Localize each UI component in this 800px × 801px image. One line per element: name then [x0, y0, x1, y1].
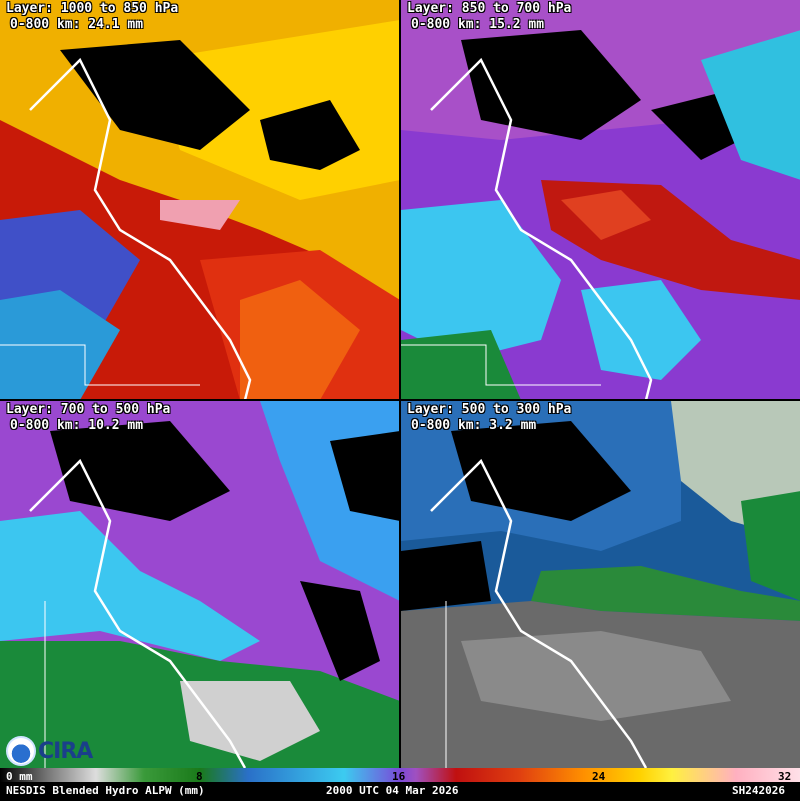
cira-logo: CIRA	[38, 738, 93, 764]
layer-label: Layer: 500 to 300 hPa	[407, 402, 572, 417]
colorbar-tick-0: 0 mm	[6, 770, 33, 783]
product-title: NESDIS Blended Hydro ALPW (mm)	[6, 784, 205, 797]
panel-1000-850: Layer: 1000 to 850 hPa 0-800 km: 24.1 mm	[0, 0, 400, 400]
panel-divider-vertical	[399, 0, 401, 768]
panel-500-300: Layer: 500 to 300 hPa 0-800 km: 3.2 mm	[401, 401, 800, 801]
panel-850-700: Layer: 850 to 700 hPa 0-800 km: 15.2 mm	[401, 0, 800, 400]
map-panel-1	[0, 0, 400, 400]
colorbar-tick-8: 8	[196, 770, 203, 783]
layer-stat: 0-800 km: 3.2 mm	[411, 418, 537, 433]
logo-group: CIRA	[6, 736, 93, 766]
map-panel-2	[401, 0, 800, 400]
layer-label: Layer: 850 to 700 hPa	[407, 1, 572, 16]
layer-stat: 0-800 km: 10.2 mm	[10, 418, 144, 433]
layer-label: Layer: 700 to 500 hPa	[6, 402, 171, 417]
colorbar-tick-16: 16	[392, 770, 406, 783]
timestamp: 2000 UTC 04 Mar 2026	[326, 784, 459, 797]
map-panel-3	[0, 401, 400, 768]
colorbar-tick-32: 32	[778, 770, 792, 783]
layer-stat: 0-800 km: 15.2 mm	[411, 17, 545, 32]
layer-label: Layer: 1000 to 850 hPa	[6, 1, 179, 16]
map-panel-4	[401, 401, 800, 768]
noaa-logo-icon	[6, 736, 36, 766]
layer-stat: 0-800 km: 24.1 mm	[10, 17, 144, 32]
panel-700-500: Layer: 700 to 500 hPa 0-800 km: 10.2 mm …	[0, 401, 400, 801]
colorbar-tick-24: 24	[592, 770, 606, 783]
panel-divider-horizontal	[0, 399, 800, 401]
product-id: SH242026	[732, 784, 785, 797]
